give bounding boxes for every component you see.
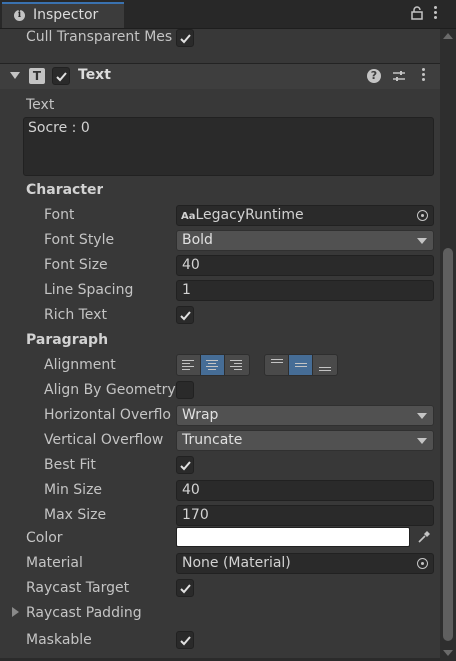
character-heading: Character <box>26 182 104 198</box>
font-style-value: Bold <box>182 232 213 248</box>
line-spacing-input[interactable]: 1 <box>176 280 434 301</box>
align-center-button[interactable] <box>201 355 225 375</box>
object-picker-icon[interactable] <box>417 210 428 221</box>
material-object-field[interactable]: None (Material) <box>176 553 434 574</box>
lock-icon[interactable] <box>411 6 423 20</box>
maskable-checkbox[interactable] <box>176 631 194 649</box>
raycast-target-checkbox[interactable] <box>176 579 194 597</box>
object-picker-icon[interactable] <box>417 558 428 569</box>
vertical-alignment-group <box>264 354 338 376</box>
checkmark-icon <box>180 34 191 44</box>
checkmark-icon <box>180 636 191 646</box>
max-size-label: Max Size <box>44 507 107 523</box>
font-asset-icon: Aa <box>181 211 196 222</box>
line-spacing-label: Line Spacing <box>44 282 134 298</box>
paragraph-heading: Paragraph <box>26 332 109 348</box>
text-label: Text <box>26 97 55 113</box>
align-bottom-button[interactable] <box>313 355 337 375</box>
chevron-down-icon <box>417 438 427 444</box>
text-area[interactable]: Socre : 0 <box>23 117 434 176</box>
checkmark-icon <box>56 72 67 82</box>
rich-text-checkbox[interactable] <box>176 306 194 324</box>
info-icon: i <box>14 10 25 21</box>
presets-icon[interactable] <box>392 69 406 83</box>
chevron-down-icon <box>417 238 427 244</box>
scroll-up-arrow-icon[interactable] <box>443 33 453 39</box>
raycast-target-label: Raycast Target <box>26 580 130 596</box>
horizontal-alignment-group <box>176 354 250 376</box>
text-component-icon: T <box>29 68 45 84</box>
font-object-field[interactable]: AaLegacyRuntime <box>176 205 434 226</box>
text-component-header[interactable]: T Text ? <box>0 63 440 89</box>
best-fit-label: Best Fit <box>44 457 96 473</box>
align-right-button[interactable] <box>225 355 249 375</box>
material-value: None (Material) <box>182 555 291 571</box>
align-by-geometry-label: Align By Geometry <box>44 382 176 398</box>
inspector-tab-bar: i Inspector <box>0 0 456 29</box>
best-fit-checkbox[interactable] <box>176 456 194 474</box>
font-label: Font <box>44 207 75 223</box>
component-enabled-checkbox[interactable] <box>52 67 70 85</box>
cull-transparent-label: Cull Transparent Mes <box>26 29 173 45</box>
vertical-overflow-value: Truncate <box>182 432 243 448</box>
material-label: Material <box>26 555 83 571</box>
component-menu-icon[interactable] <box>421 68 427 84</box>
checkmark-icon <box>180 584 191 594</box>
checkmark-icon <box>180 311 191 321</box>
maskable-label: Maskable <box>26 632 92 648</box>
font-style-label: Font Style <box>44 232 115 248</box>
color-swatch-field[interactable] <box>176 527 410 547</box>
eyedropper-icon[interactable] <box>417 530 431 544</box>
min-size-label: Min Size <box>44 482 103 498</box>
align-top-button[interactable] <box>265 355 289 375</box>
scrollbar-thumb[interactable] <box>443 248 453 641</box>
horizontal-overflow-dropdown[interactable]: Wrap <box>176 405 434 426</box>
foldout-arrow-icon[interactable] <box>10 72 20 79</box>
scroll-down-arrow-icon[interactable] <box>443 650 453 656</box>
font-size-input[interactable]: 40 <box>176 255 434 276</box>
help-icon[interactable]: ? <box>367 69 381 83</box>
vertical-overflow-label: Vertical Overflow <box>44 432 164 448</box>
horizontal-overflow-value: Wrap <box>182 407 219 423</box>
checkmark-icon <box>180 461 191 471</box>
cull-transparent-checkbox[interactable] <box>176 29 194 47</box>
align-by-geometry-checkbox[interactable] <box>176 381 194 399</box>
align-middle-button[interactable] <box>289 355 313 375</box>
inspector-tab-label: Inspector <box>33 7 99 23</box>
min-size-input[interactable]: 40 <box>176 480 434 501</box>
align-left-button[interactable] <box>177 355 201 375</box>
font-style-dropdown[interactable]: Bold <box>176 230 434 251</box>
chevron-down-icon <box>417 413 427 419</box>
component-title: Text <box>78 67 111 83</box>
rich-text-label: Rich Text <box>44 307 107 323</box>
horizontal-overflow-label: Horizontal Overflo <box>44 407 171 423</box>
vertical-overflow-dropdown[interactable]: Truncate <box>176 430 434 451</box>
inspector-tab[interactable]: i Inspector <box>2 2 124 28</box>
alignment-label: Alignment <box>44 357 116 373</box>
font-size-label: Font Size <box>44 257 108 273</box>
font-value: LegacyRuntime <box>195 207 304 223</box>
max-size-input[interactable]: 170 <box>176 505 434 526</box>
color-label: Color <box>26 530 63 546</box>
raycast-padding-label[interactable]: Raycast Padding <box>26 605 142 621</box>
kebab-menu-icon[interactable] <box>433 6 439 22</box>
foldout-arrow-icon[interactable] <box>12 607 19 617</box>
